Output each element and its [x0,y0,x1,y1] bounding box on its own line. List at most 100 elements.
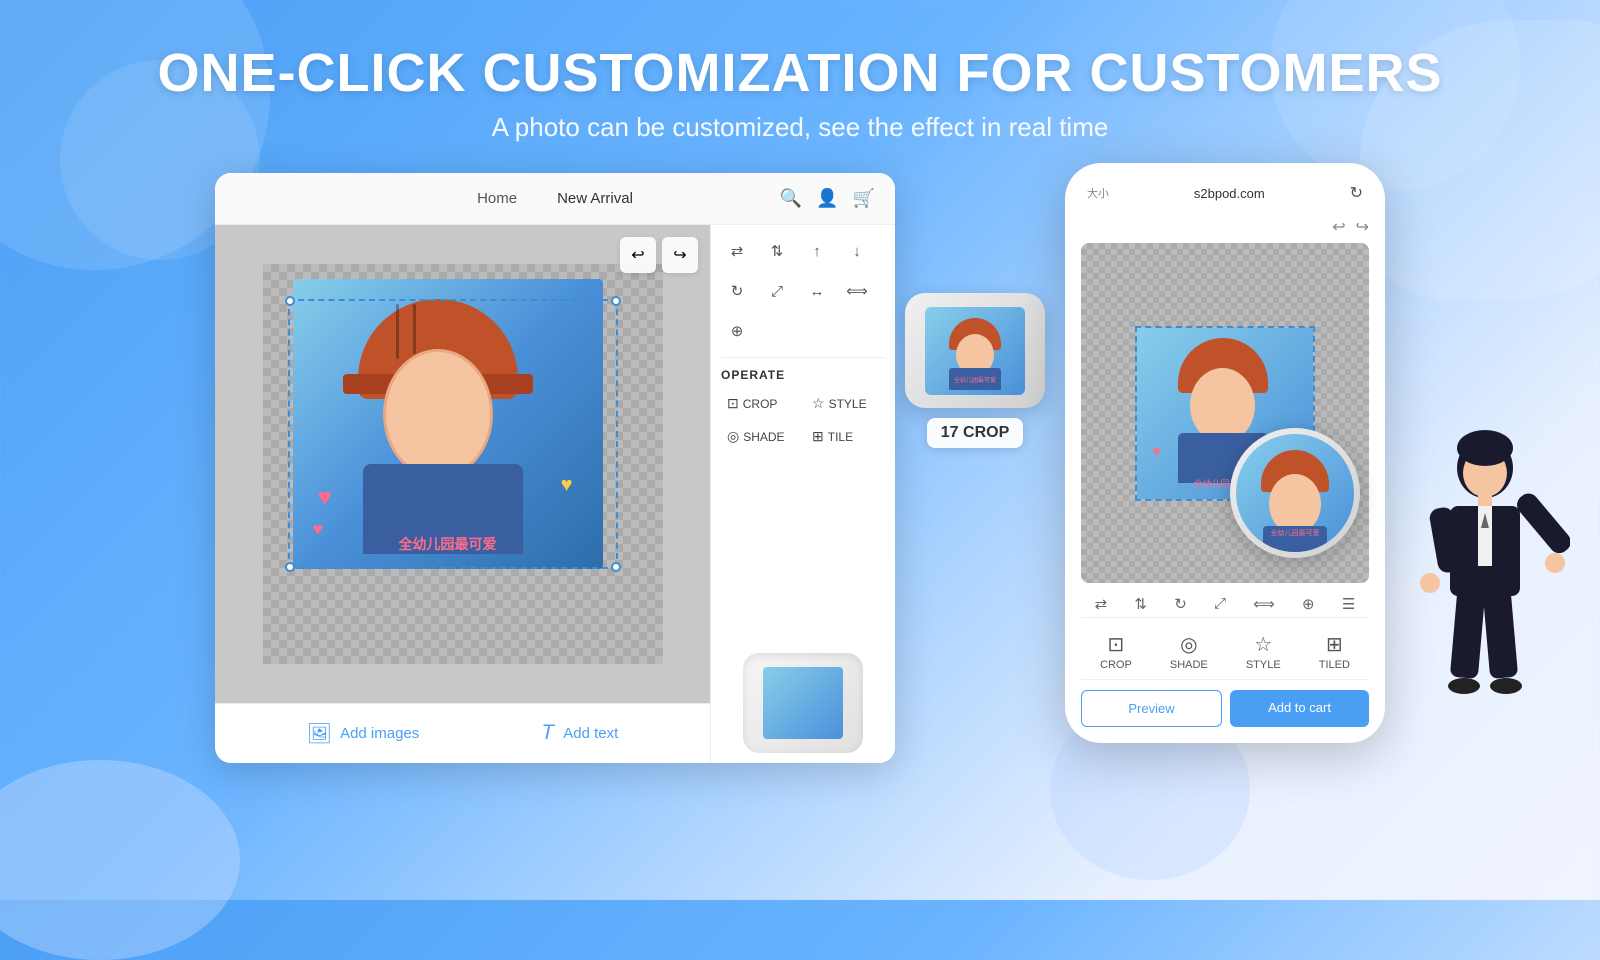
crop-icon: ⊡ [727,395,739,412]
move-down-icon[interactable]: ↓ [841,235,873,267]
phone-shade-label: SHADE [1170,659,1208,671]
nav-new-arrival[interactable]: New Arrival [557,190,633,207]
flip-v-icon[interactable]: ⇅ [761,235,793,267]
operate-label: OPERATE [721,368,885,382]
search-icon[interactable]: 🔍 [780,188,802,209]
phone-flip-icon[interactable]: ⇄ [1095,595,1108,613]
phone-forward-icon[interactable]: ↪ [1356,217,1369,237]
align-center-icon[interactable]: ⊕ [721,315,753,347]
phone-shade-icon: ◎ [1180,632,1197,657]
phone-preview-button[interactable]: Preview [1081,690,1222,727]
phone-rotate-icon[interactable]: ↻ [1174,595,1187,613]
redo-button[interactable]: ↪ [662,237,698,273]
phone-face-mini [1190,368,1255,443]
pillow-art-mini [763,667,843,739]
cart-icon[interactable]: 🛒 [853,188,875,209]
style-button[interactable]: ☆ STYLE [806,390,885,417]
phone-style-icon: ☆ [1254,632,1272,657]
phone-tiled-icon: ⊞ [1326,632,1343,657]
user-icon[interactable]: 👤 [816,188,838,209]
style-icon: ☆ [812,395,825,412]
rotate-icon[interactable]: ↻ [721,275,753,307]
selection-box[interactable] [288,299,618,569]
phone-tiled-label: TILED [1319,659,1350,671]
circle-art-inner: 全幼儿园最可爱 [1245,446,1345,541]
main-title: ONE-CLICK CUSTOMIZATION FOR CUSTOMERS [0,42,1600,104]
add-image-icon: 🖼 [307,721,332,746]
panel-toolbar: ⇄ ⇅ ↑ ↓ ↻ ⤢ ↔ ⟺ ⊕ [721,235,885,358]
tile-icon: ⊞ [812,428,824,445]
shade-button[interactable]: ◎ SHADE [721,423,800,450]
phone-size-label: 大小 [1087,185,1109,201]
phone-tiled-item[interactable]: ⊞ TILED [1319,632,1350,671]
shade-icon: ◎ [727,428,739,445]
circle-art: 全幼儿园最可爱 [1236,434,1354,552]
crop-label: CROP [743,397,778,411]
circle-preview: 全幼儿园最可爱 [1230,428,1360,558]
phone-crop-label: CROP [1100,659,1132,671]
phone-add-to-cart-button[interactable]: Add to cart [1230,690,1369,727]
canvas-area: ♥ ♥ ♥ 全幼儿园最可爱 [215,225,710,763]
canvas-bottom: 🖼 Add images 𝑇 Add text [215,703,710,763]
add-images-button[interactable]: 🖼 Add images [307,721,420,746]
bg-bottom-left [0,760,240,960]
crop-badge: 17 CROP [927,418,1023,448]
phone-align-icon[interactable]: ⊕ [1302,595,1315,613]
nav-home[interactable]: Home [477,190,517,207]
undo-button[interactable]: ↩ [620,237,656,273]
pillow-float-area: 全幼儿园最可爱 17 CROP [905,293,1045,448]
phone-address-bar: 大小 s2bpod.com ↻ [1081,179,1369,207]
style-label: STYLE [829,397,867,411]
handle-bl[interactable] [285,562,295,572]
phone-crop-item[interactable]: ⊡ CROP [1100,632,1132,671]
mirror-h-icon[interactable]: ↔ [801,275,833,307]
phone-bottom-btns: Preview Add to cart [1081,690,1369,727]
phone-mirror-icon[interactable]: ⇅ [1134,595,1147,613]
add-images-label: Add images [340,725,419,742]
phone-expand-icon[interactable]: ⤢ [1214,595,1226,613]
pillow-art-big: 全幼儿园最可爱 [925,307,1025,395]
phone-address: s2bpod.com [1109,186,1350,201]
phone-nav-row: ↩ ↪ [1081,217,1369,237]
phone-toolbar-row: ⇄ ⇅ ↻ ⤢ ⟺ ⊕ ☰ [1081,591,1369,618]
flip-h-icon[interactable]: ⇄ [721,235,753,267]
add-text-icon: 𝑇 [543,722,556,745]
phone-list-icon[interactable]: ☰ [1342,595,1355,613]
phone-style-item[interactable]: ☆ STYLE [1246,632,1281,671]
editor-body: ♥ ♥ ♥ 全幼儿园最可爱 [215,225,895,763]
panel-ops: ⊡ CROP ☆ STYLE ◎ SHADE ⊞ TILE [721,390,885,450]
phone-resize-h-icon[interactable]: ⟺ [1253,595,1275,613]
handle-tl[interactable] [285,296,295,306]
checkerboard-bg: ♥ ♥ ♥ 全幼儿园最可爱 [263,264,663,664]
pillow-chinese: 全幼儿园最可爱 [954,375,996,384]
content-area: Home New Arrival 🔍 👤 🛒 [0,173,1600,763]
crop-button[interactable]: ⊡ CROP [721,390,800,417]
phone-shade-item[interactable]: ◎ SHADE [1170,632,1208,671]
expand-icon[interactable]: ⤢ [761,275,793,307]
tile-button[interactable]: ⊞ TILE [806,423,885,450]
sub-title: A photo can be customized, see the effec… [0,112,1600,143]
editor-nav: Home New Arrival 🔍 👤 🛒 [215,173,895,225]
phone-heart1: ♥ [1153,443,1161,459]
add-text-label: Add text [563,725,618,742]
person-figure [1380,418,1570,763]
resize-icon[interactable]: ⟺ [841,275,873,307]
phone-style-label: STYLE [1246,659,1281,671]
phone-back-icon[interactable]: ↩ [1332,217,1345,237]
circle-chinese: 全幼儿园最可爱 [1271,528,1320,538]
handle-tr[interactable] [611,296,621,306]
phone-refresh-icon[interactable]: ↻ [1350,183,1363,203]
phone-crop-icon: ⊡ [1108,632,1125,657]
tile-label: TILE [828,430,853,444]
add-text-button[interactable]: 𝑇 Add text [543,722,619,745]
move-up-icon[interactable]: ↑ [801,235,833,267]
canvas-zone[interactable]: ♥ ♥ ♥ 全幼儿园最可爱 [215,225,710,703]
preview-thumbnail [721,633,885,753]
right-panel: ⇄ ⇅ ↑ ↓ ↻ ⤢ ↔ ⟺ ⊕ OPERATE ⊡ CROP [710,225,895,763]
shade-label: SHADE [743,430,784,444]
circle-face [1269,474,1321,534]
canvas-toolbar: ↩ ↪ [620,237,698,273]
editor-window: Home New Arrival 🔍 👤 🛒 [215,173,895,763]
phone-ops-row: ⊡ CROP ◎ SHADE ☆ STYLE ⊞ TILED [1081,624,1369,680]
handle-br[interactable] [611,562,621,572]
